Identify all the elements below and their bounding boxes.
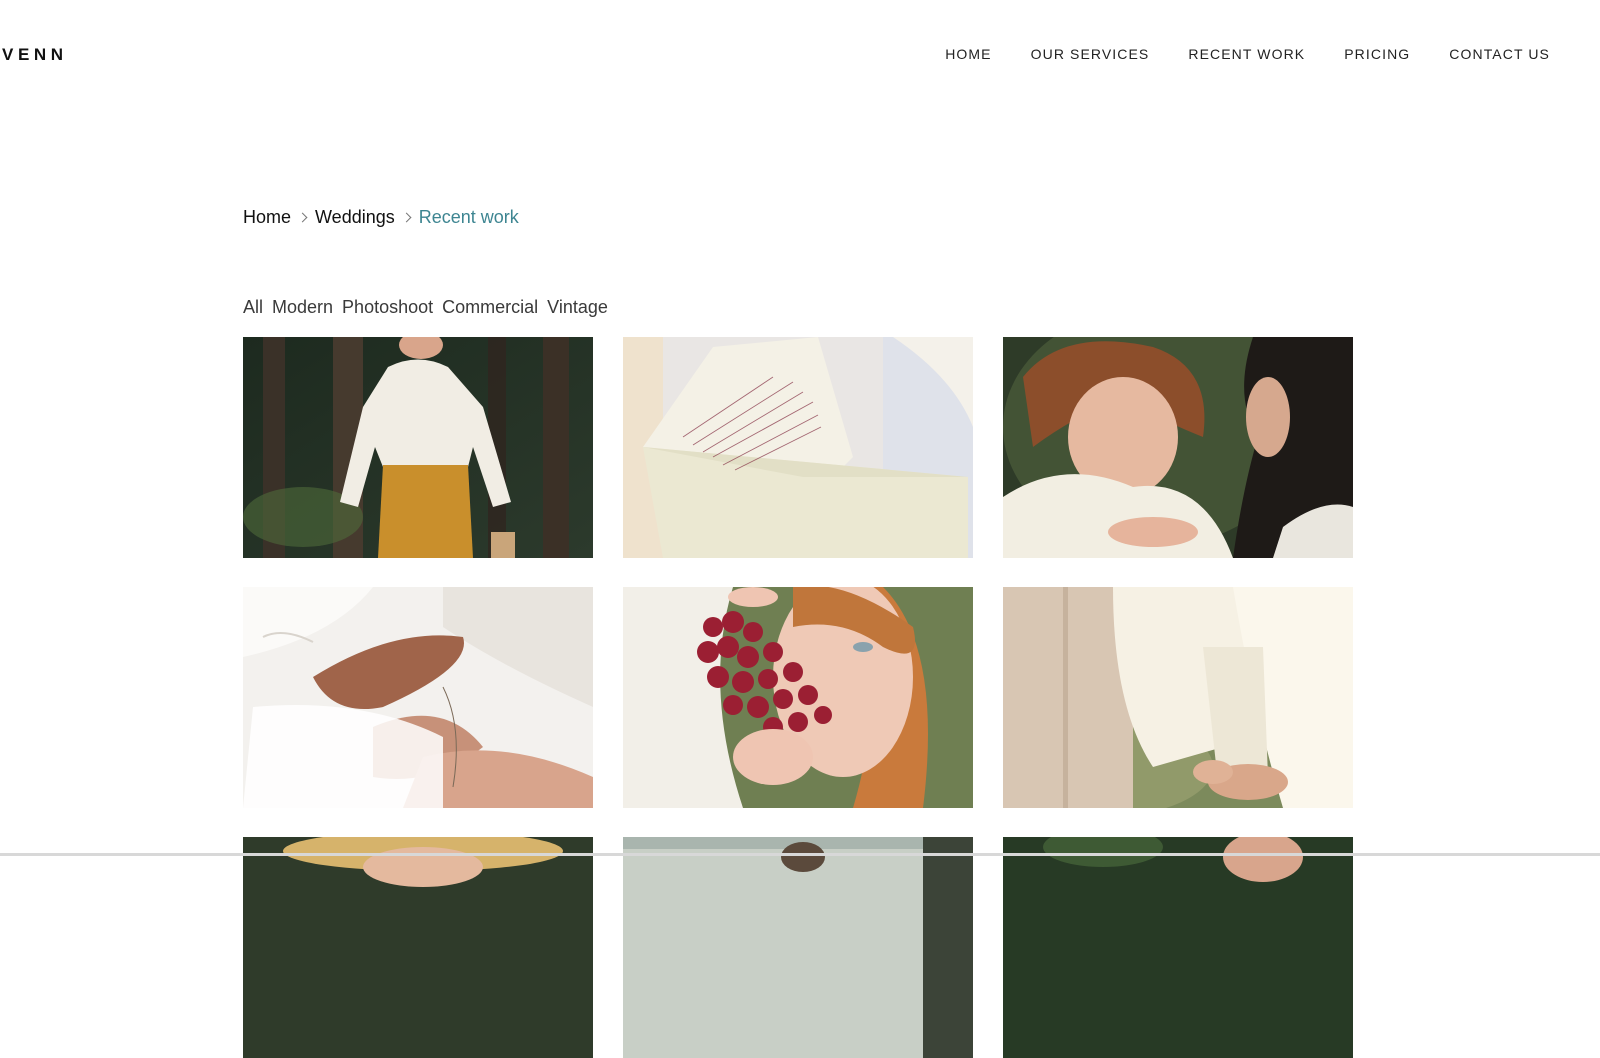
- filter-commercial[interactable]: Commercial: [442, 297, 538, 318]
- photo-two-women: [1003, 337, 1353, 558]
- photo-holding-hands: [1003, 587, 1353, 808]
- photo-grapes-woman: [623, 587, 973, 808]
- filter-photoshoot[interactable]: Photoshoot: [342, 297, 433, 318]
- gallery-filters: All Modern Photoshoot Commercial Vintage: [243, 297, 617, 318]
- breadcrumb: Home Weddings Recent work: [243, 207, 519, 228]
- photo-letter-envelope: [623, 337, 973, 558]
- main-nav: HOME OUR SERVICES RECENT WORK PRICING CO…: [945, 46, 1550, 62]
- site-header: VENN HOME OUR SERVICES RECENT WORK PRICI…: [0, 0, 1600, 110]
- gallery-image[interactable]: [243, 837, 593, 1058]
- filter-modern[interactable]: Modern: [272, 297, 333, 318]
- chevron-right-icon: [298, 211, 310, 225]
- breadcrumb-current: Recent work: [418, 207, 519, 227]
- nav-our-services[interactable]: OUR SERVICES: [1031, 46, 1150, 62]
- gallery-image[interactable]: [243, 587, 593, 808]
- photo-straw-hat: [243, 837, 593, 1058]
- breadcrumb-weddings[interactable]: Weddings: [315, 207, 395, 228]
- gallery-image[interactable]: [623, 337, 973, 558]
- filter-vintage[interactable]: Vintage: [547, 297, 608, 318]
- chevron-right-icon: [402, 211, 414, 225]
- photo-water-portrait: [623, 837, 973, 1058]
- nav-home[interactable]: HOME: [945, 46, 991, 62]
- breadcrumb-home[interactable]: Home: [243, 207, 291, 228]
- filter-all[interactable]: All: [243, 297, 263, 318]
- nav-recent-work[interactable]: RECENT WORK: [1188, 46, 1305, 62]
- gallery-image[interactable]: [243, 337, 593, 558]
- nav-pricing[interactable]: PRICING: [1344, 46, 1410, 62]
- photo-garden-smile: [1003, 837, 1353, 1058]
- gallery-image[interactable]: [1003, 837, 1353, 1058]
- logo[interactable]: VENN: [2, 45, 68, 65]
- photo-lace-sleeve: [243, 587, 593, 808]
- photo-forest-woman: [243, 337, 593, 558]
- gallery-image[interactable]: [1003, 587, 1353, 808]
- gallery-image[interactable]: [623, 587, 973, 808]
- gallery-image[interactable]: [1003, 337, 1353, 558]
- nav-contact-us[interactable]: CONTACT US: [1449, 46, 1550, 62]
- gallery-image[interactable]: [623, 837, 973, 1058]
